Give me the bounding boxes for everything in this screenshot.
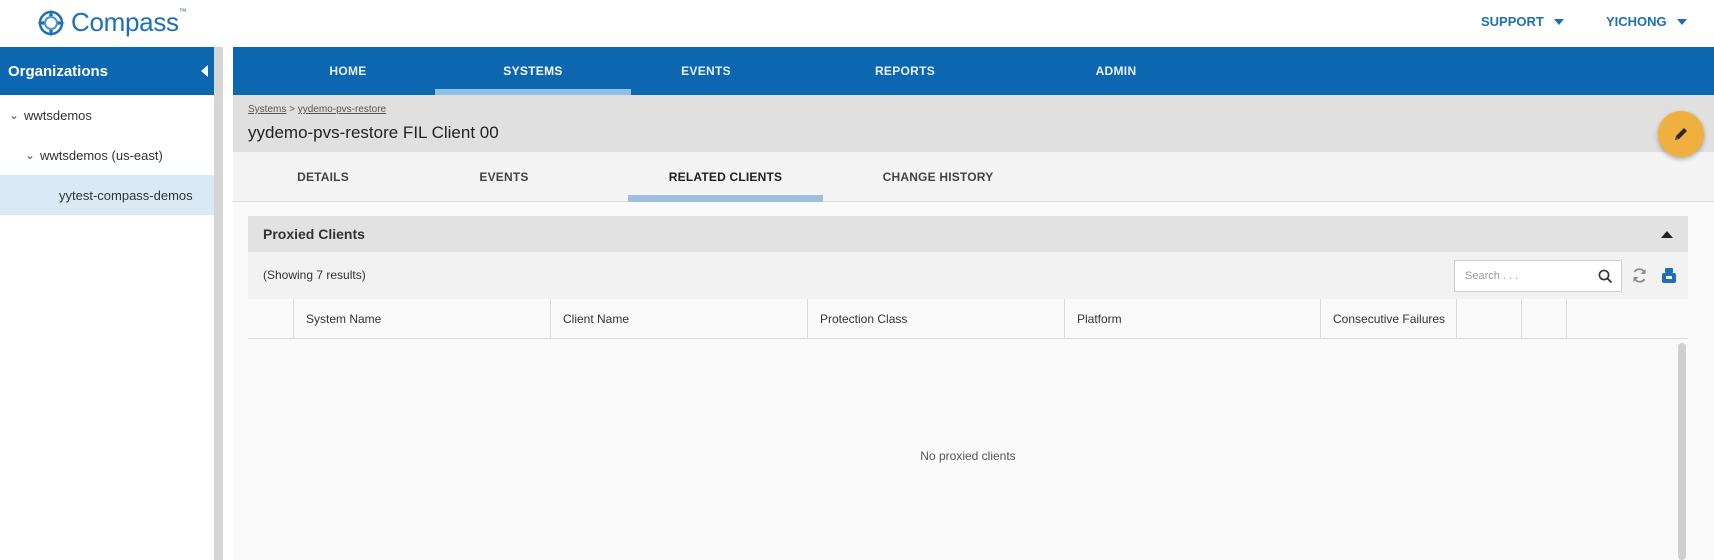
top-navigation: HOME SYSTEMS EVENTS REPORTS ADMIN <box>233 47 1714 95</box>
extra-column-header <box>1566 299 1579 339</box>
tab-admin[interactable]: ADMIN <box>1056 47 1176 95</box>
search-field[interactable] <box>1454 260 1622 292</box>
column-header-system-name[interactable]: System Name <box>293 299 550 339</box>
breadcrumb-current-link[interactable]: yydemo-pvs-restore <box>298 104 386 115</box>
column-header-client-name[interactable]: Client Name <box>550 299 807 339</box>
chevron-down-icon[interactable]: ⌄ <box>6 108 22 122</box>
tree-item-label: yytest-compass-demos <box>59 187 193 203</box>
brand-name: Compass™ <box>71 7 187 37</box>
extra-column-header <box>1521 299 1566 339</box>
tab-change-history[interactable]: CHANGE HISTORY <box>843 152 1033 202</box>
support-menu[interactable]: SUPPORT <box>1481 14 1564 29</box>
column-header-consecutive-failures[interactable]: Consecutive Failures <box>1320 299 1456 339</box>
empty-state-message: No proxied clients <box>920 449 1016 463</box>
edit-button[interactable] <box>1658 111 1704 157</box>
results-count: (Showing 7 results) <box>263 268 366 282</box>
sidebar-scrollbar[interactable] <box>214 47 222 560</box>
proxied-clients-panel: Proxied Clients (Showing 7 results) Sear… <box>248 216 1688 560</box>
tree-item-wwtsdemos-us-east[interactable]: ⌄ wwtsdemos (us-east) <box>0 135 222 175</box>
breadcrumb-systems-link[interactable]: Systems <box>248 104 286 115</box>
app-header: Compass™ SUPPORT YICHONG <box>0 0 1714 47</box>
column-header-protection-class[interactable]: Protection Class <box>807 299 1064 339</box>
tab-details[interactable]: DETAILS <box>233 152 413 202</box>
refresh-icon[interactable] <box>1631 267 1648 284</box>
clients-table: System Name Client Name Protection Class… <box>248 299 1688 560</box>
tab-reports[interactable]: REPORTS <box>845 47 965 95</box>
title-bar: Systems > yydemo-pvs-restore yydemo-pvs-… <box>233 95 1714 152</box>
sidebar-header: Organizations <box>0 47 222 95</box>
organizations-sidebar: Organizations ⌄ wwtsdemos ⌄ wwtsdemos (u… <box>0 47 223 560</box>
tab-events-detail[interactable]: EVENTS <box>414 152 594 202</box>
active-subtab-indicator <box>628 195 823 202</box>
column-header-platform[interactable]: Platform <box>1064 299 1320 339</box>
export-icon[interactable] <box>1661 267 1677 284</box>
chevron-down-icon <box>1676 18 1687 25</box>
page-title: yydemo-pvs-restore FIL Client 00 <box>248 123 499 142</box>
breadcrumb-separator: > <box>289 104 295 115</box>
table-scrollbar[interactable] <box>1678 343 1686 560</box>
support-menu-label: SUPPORT <box>1481 14 1544 29</box>
chevron-down-icon <box>1553 18 1564 25</box>
tree-item-yytest-compass-demos[interactable]: yytest-compass-demos <box>0 175 222 215</box>
compass-logo-icon <box>37 8 65 37</box>
breadcrumb: Systems > yydemo-pvs-restore <box>248 104 386 115</box>
panel-toolbar: (Showing 7 results) <box>248 252 1688 299</box>
chevron-down-icon[interactable]: ⌄ <box>22 148 38 162</box>
tab-systems[interactable]: SYSTEMS <box>435 47 631 95</box>
select-column-header[interactable] <box>248 299 293 339</box>
collapse-panel-icon[interactable] <box>1661 230 1673 238</box>
tree-item-label: wwtsdemos <box>24 107 92 123</box>
main-content: HOME SYSTEMS EVENTS REPORTS ADMIN System… <box>233 47 1714 560</box>
compass-logo[interactable]: Compass™ <box>36 7 187 38</box>
tab-home[interactable]: HOME <box>288 47 408 95</box>
panel-header[interactable]: Proxied Clients <box>248 216 1688 252</box>
search-icon[interactable] <box>1598 269 1613 284</box>
collapse-sidebar-icon[interactable] <box>201 65 208 77</box>
pencil-icon <box>1675 128 1687 140</box>
search-input[interactable] <box>1463 269 1593 283</box>
sidebar-title: Organizations <box>8 62 109 80</box>
tab-events[interactable]: EVENTS <box>646 47 766 95</box>
detail-tabs: DETAILS EVENTS RELATED CLIENTS CHANGE HI… <box>233 152 1714 202</box>
user-menu[interactable]: YICHONG <box>1606 14 1687 29</box>
user-menu-label: YICHONG <box>1606 14 1667 29</box>
tree-item-wwtsdemos[interactable]: ⌄ wwtsdemos <box>0 95 222 135</box>
panel-title: Proxied Clients <box>263 226 365 242</box>
tree-item-label: wwtsdemos (us-east) <box>40 147 163 163</box>
table-header: System Name Client Name Protection Class… <box>248 299 1688 339</box>
extra-column-header <box>1456 299 1521 339</box>
